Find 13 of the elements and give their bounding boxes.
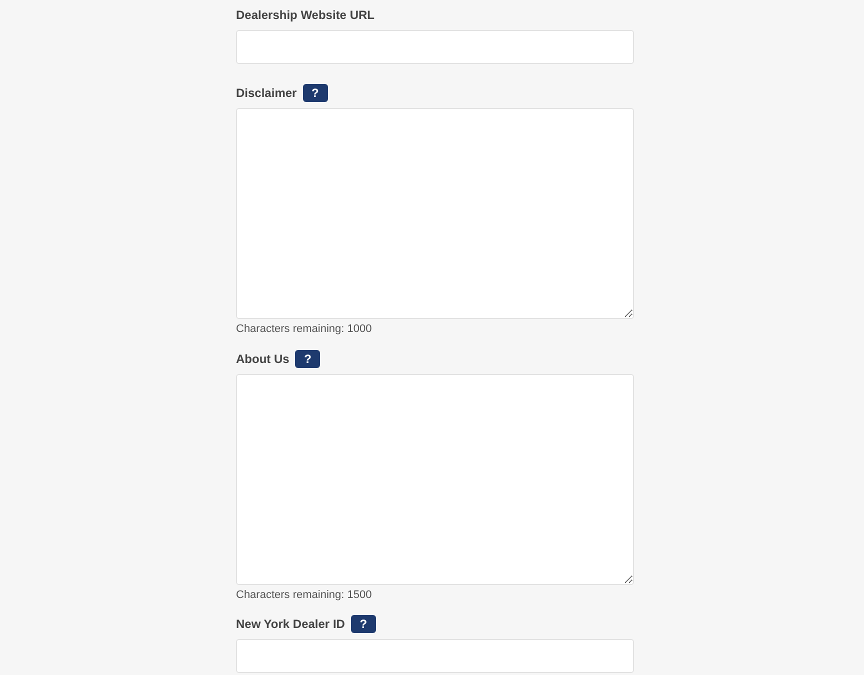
- text-area[interactable]: [236, 108, 634, 319]
- field-label: Dealership Website URL: [236, 7, 374, 24]
- help-button[interactable]: ?: [302, 84, 328, 102]
- help-button[interactable]: ?: [350, 615, 376, 633]
- text-area[interactable]: [236, 374, 634, 584]
- help-button[interactable]: ?: [295, 350, 320, 368]
- field-label: New York Dealer ID: [236, 616, 345, 633]
- text-field[interactable]: [236, 30, 634, 64]
- field-label: Disclaimer: [236, 85, 297, 102]
- character-counter: Characters remaining: 1000: [236, 322, 373, 337]
- character-counter: Characters remaining: 1500: [236, 588, 373, 602]
- field-label: About Us: [236, 350, 290, 368]
- text-field[interactable]: [236, 639, 634, 673]
